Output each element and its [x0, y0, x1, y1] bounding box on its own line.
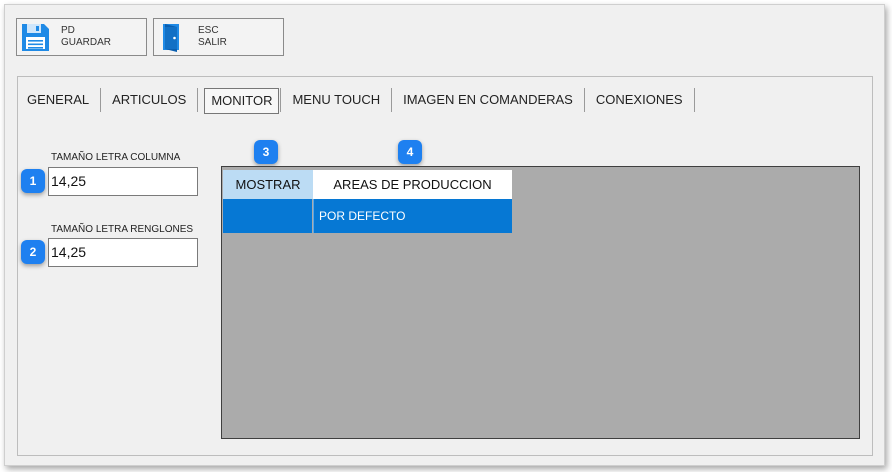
- row-font-label: TAMAÑO LETRA RENGLONES: [51, 224, 194, 235]
- tab-articulos[interactable]: ARTICULOS: [101, 88, 199, 112]
- floppy-disk-icon: [17, 19, 53, 55]
- row-font-size-input[interactable]: 14,25: [48, 238, 198, 267]
- grid-cell-mostrar[interactable]: [223, 199, 312, 233]
- column-header-areas[interactable]: AREAS DE PRODUCCION: [313, 170, 512, 199]
- tab-imagen-en-comanderas[interactable]: IMAGEN EN COMANDERAS: [392, 88, 585, 112]
- production-areas-grid[interactable]: MOSTRAR AREAS DE PRODUCCION POR DEFECTO: [221, 166, 860, 439]
- tab-monitor[interactable]: MONITOR: [204, 88, 280, 114]
- exit-button[interactable]: ESC SALIR: [153, 18, 284, 56]
- tab-general[interactable]: GENERAL: [16, 88, 102, 112]
- exit-door-icon: [154, 19, 190, 55]
- column-font-size-input[interactable]: 14,25: [48, 167, 198, 196]
- column-header-mostrar[interactable]: MOSTRAR: [223, 170, 313, 199]
- save-shortcut: PD: [61, 25, 75, 36]
- tab-conexiones[interactable]: CONEXIONES: [585, 88, 695, 112]
- column-font-label: TAMAÑO LETRA COLUMNA: [51, 152, 181, 163]
- callout-marker-3: 3: [254, 140, 278, 164]
- exit-shortcut: ESC: [198, 25, 219, 36]
- grid-cell-area[interactable]: POR DEFECTO: [313, 199, 512, 233]
- save-button[interactable]: PD GUARDAR: [16, 18, 147, 56]
- callout-marker-4: 4: [398, 140, 422, 164]
- callout-marker-2: 2: [21, 240, 45, 264]
- save-label: GUARDAR: [61, 37, 112, 48]
- callout-marker-1: 1: [21, 169, 45, 193]
- tab-menu-touch[interactable]: MENU TOUCH: [280, 88, 393, 112]
- tab-bar: GENERAL ARTICULOS MONITOR MENU TOUCH IMA…: [16, 86, 695, 116]
- exit-label: SALIR: [198, 37, 227, 48]
